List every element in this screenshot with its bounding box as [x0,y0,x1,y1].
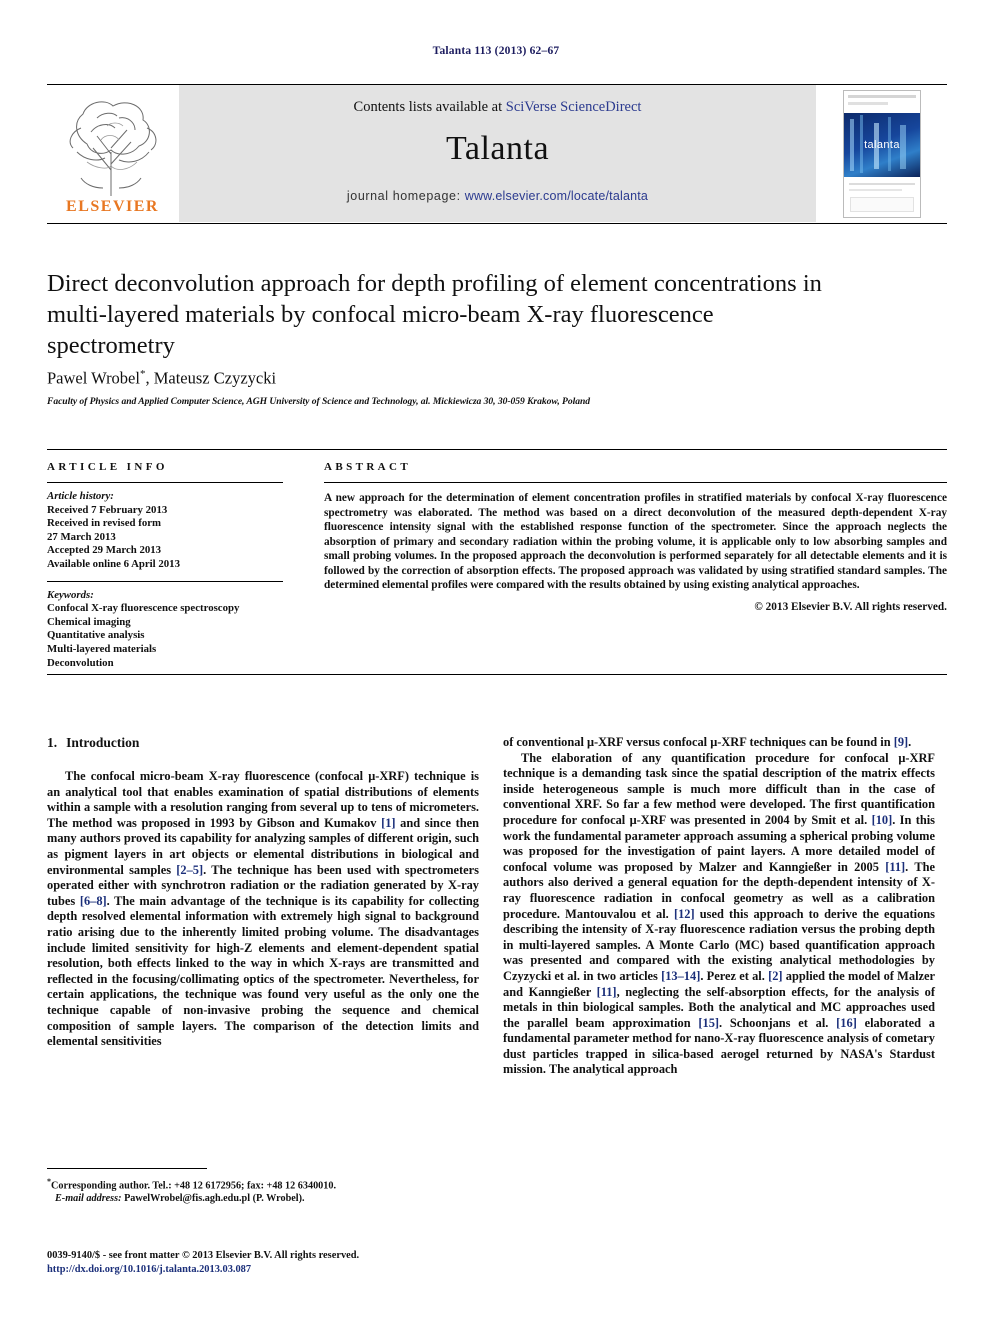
article-page: Talanta 113 (2013) 62–67 ELSEVIER Conten… [0,0,992,1323]
keywords-block: Keywords: Confocal X-ray fluorescence sp… [47,589,295,671]
elsevier-logo: ELSEVIER [47,86,178,222]
citation-ref[interactable]: [11] [885,860,905,874]
text-run: of conventional μ-XRF versus confocal μ-… [503,735,894,749]
cover-header-rule [848,95,916,98]
history-item: Received in revised form [47,517,162,530]
journal-homepage-line: journal homepage: www.elsevier.com/locat… [179,189,816,203]
text-run: . The main advantage of the technique is… [47,893,479,1049]
keywords-divider [47,580,283,582]
cover-footer-box [850,197,914,212]
article-history-label: Article history: [47,490,114,502]
sciencedirect-link[interactable]: SciVerse ScienceDirect [506,99,642,115]
abstract-heading: ABSTRACT [324,461,412,473]
text-run: . Schoonjans et al. [719,1015,837,1030]
author-name-rest: , Mateusz Czyzycki [145,368,277,388]
paragraph: The elaboration of any quantification pr… [503,751,935,1078]
elsevier-tree-icon [69,101,157,196]
info-abstract-panel: ARTICLE INFO Article history: Received 7… [47,449,947,675]
journal-cover-image: talanta [843,90,921,218]
cover-header-rule-2 [848,102,888,105]
abstract-copyright: © 2013 Elsevier B.V. All rights reserved… [754,600,947,613]
cover-journal-title: talanta [864,139,900,151]
cover-header-band [844,91,920,114]
masthead-panel: Contents lists available at SciVerse Sci… [179,85,816,222]
abstract-text: A new approach for the determination of … [324,492,947,591]
cover-footer-band [844,177,920,217]
contents-prefix: Contents lists available at [353,99,506,115]
doi-link[interactable]: http://dx.doi.org/10.1016/j.talanta.2013… [47,1263,507,1277]
text-run: . [908,735,912,749]
history-item: Received 7 February 2013 [47,503,168,516]
citation-ref[interactable]: [16] [836,1016,857,1030]
keyword-item: Chemical imaging [47,615,131,628]
history-item: 27 March 2013 [47,530,116,543]
cover-footer-rule-2 [849,189,902,191]
citation-ref[interactable]: [6–8] [80,894,107,908]
section-number: 1. [47,735,58,750]
elsevier-wordmark: ELSEVIER [66,198,159,215]
keyword-item: Multi-layered materials [47,642,157,655]
abstract-column: ABSTRACT A new approach for the determin… [324,461,947,613]
citation-ref[interactable]: [10] [872,813,893,827]
page-footer: 0039-9140/$ - see front matter © 2013 El… [47,1249,507,1276]
author-name-1: Pawel Wrobel [47,368,140,388]
footnote-divider [47,1168,207,1169]
citation-ref[interactable]: [1] [381,816,395,830]
text-run: . Perez et al. [700,968,769,983]
abstract-divider [324,482,947,483]
homepage-prefix: journal homepage: [346,189,465,203]
text-run: The elaboration of any quantification pr… [503,750,935,827]
citation-ref[interactable]: [15] [698,1016,719,1030]
affiliation: Faculty of Physics and Applied Computer … [47,396,590,407]
footnote-line-1: Corresponding author. Tel.: +48 12 61729… [51,1180,336,1192]
journal-title: Talanta [445,130,550,167]
citation-ref[interactable]: [2–5] [176,863,203,877]
journal-cover: talanta [816,86,947,222]
footnote-email-line: E-mail address: PawelWrobel@fis.agh.edu.… [47,1193,487,1206]
article-info-divider [47,482,283,483]
keyword-item: Quantitative analysis [47,629,145,642]
author-list: Pawel Wrobel*, Mateusz Czyzycki [47,368,837,389]
cover-artwork: talanta [844,113,920,177]
article-info-heading: ARTICLE INFO [47,461,168,473]
journal-homepage-link[interactable]: www.elsevier.com/locate/talanta [465,189,648,203]
history-item: Accepted 29 March 2013 [47,544,162,557]
citation-ref[interactable]: [13–14] [661,969,700,983]
keyword-item: Deconvolution [47,656,114,669]
article-info-column: ARTICLE INFO Article history: Received 7… [47,461,295,670]
running-head: Talanta 113 (2013) 62–67 [432,45,560,57]
journal-masthead: ELSEVIER Contents lists available at Sci… [47,84,947,224]
keyword-item: Confocal X-ray fluorescence spectroscopy [47,602,240,615]
citation-ref[interactable]: [2] [768,969,782,983]
email-label: E-mail address: [55,1192,122,1204]
cover-footer-rule [849,183,915,185]
email-value[interactable]: PawelWrobel@fis.agh.edu.pl (P. Wrobel). [122,1193,305,1204]
contents-line: Contents lists available at SciVerse Sci… [179,99,816,116]
paragraph: The confocal micro-beam X-ray fluorescen… [47,769,479,1050]
keywords-label: Keywords: [47,588,94,601]
citation-ref[interactable]: [9] [894,735,908,749]
citation-ref[interactable]: [12] [674,907,695,921]
body-column-right: of conventional μ-XRF versus confocal μ-… [503,735,935,1078]
history-item: Available online 6 April 2013 [47,557,180,570]
paragraph: of conventional μ-XRF versus confocal μ-… [503,735,935,751]
page-title: Direct deconvolution approach for depth … [47,270,822,359]
citation-ref[interactable]: [11] [597,985,617,999]
section-heading-introduction: 1. Introduction [47,735,139,751]
body-column-left: The confocal micro-beam X-ray fluorescen… [47,769,479,1050]
section-label: Introduction [66,735,140,750]
corresponding-author-footnote: *Corresponding author. Tel.: +48 12 6172… [47,1176,487,1206]
issn-copyright-line: 0039-9140/$ - see front matter © 2013 El… [47,1250,360,1261]
article-history: Article history: Received 7 February 201… [47,490,295,572]
